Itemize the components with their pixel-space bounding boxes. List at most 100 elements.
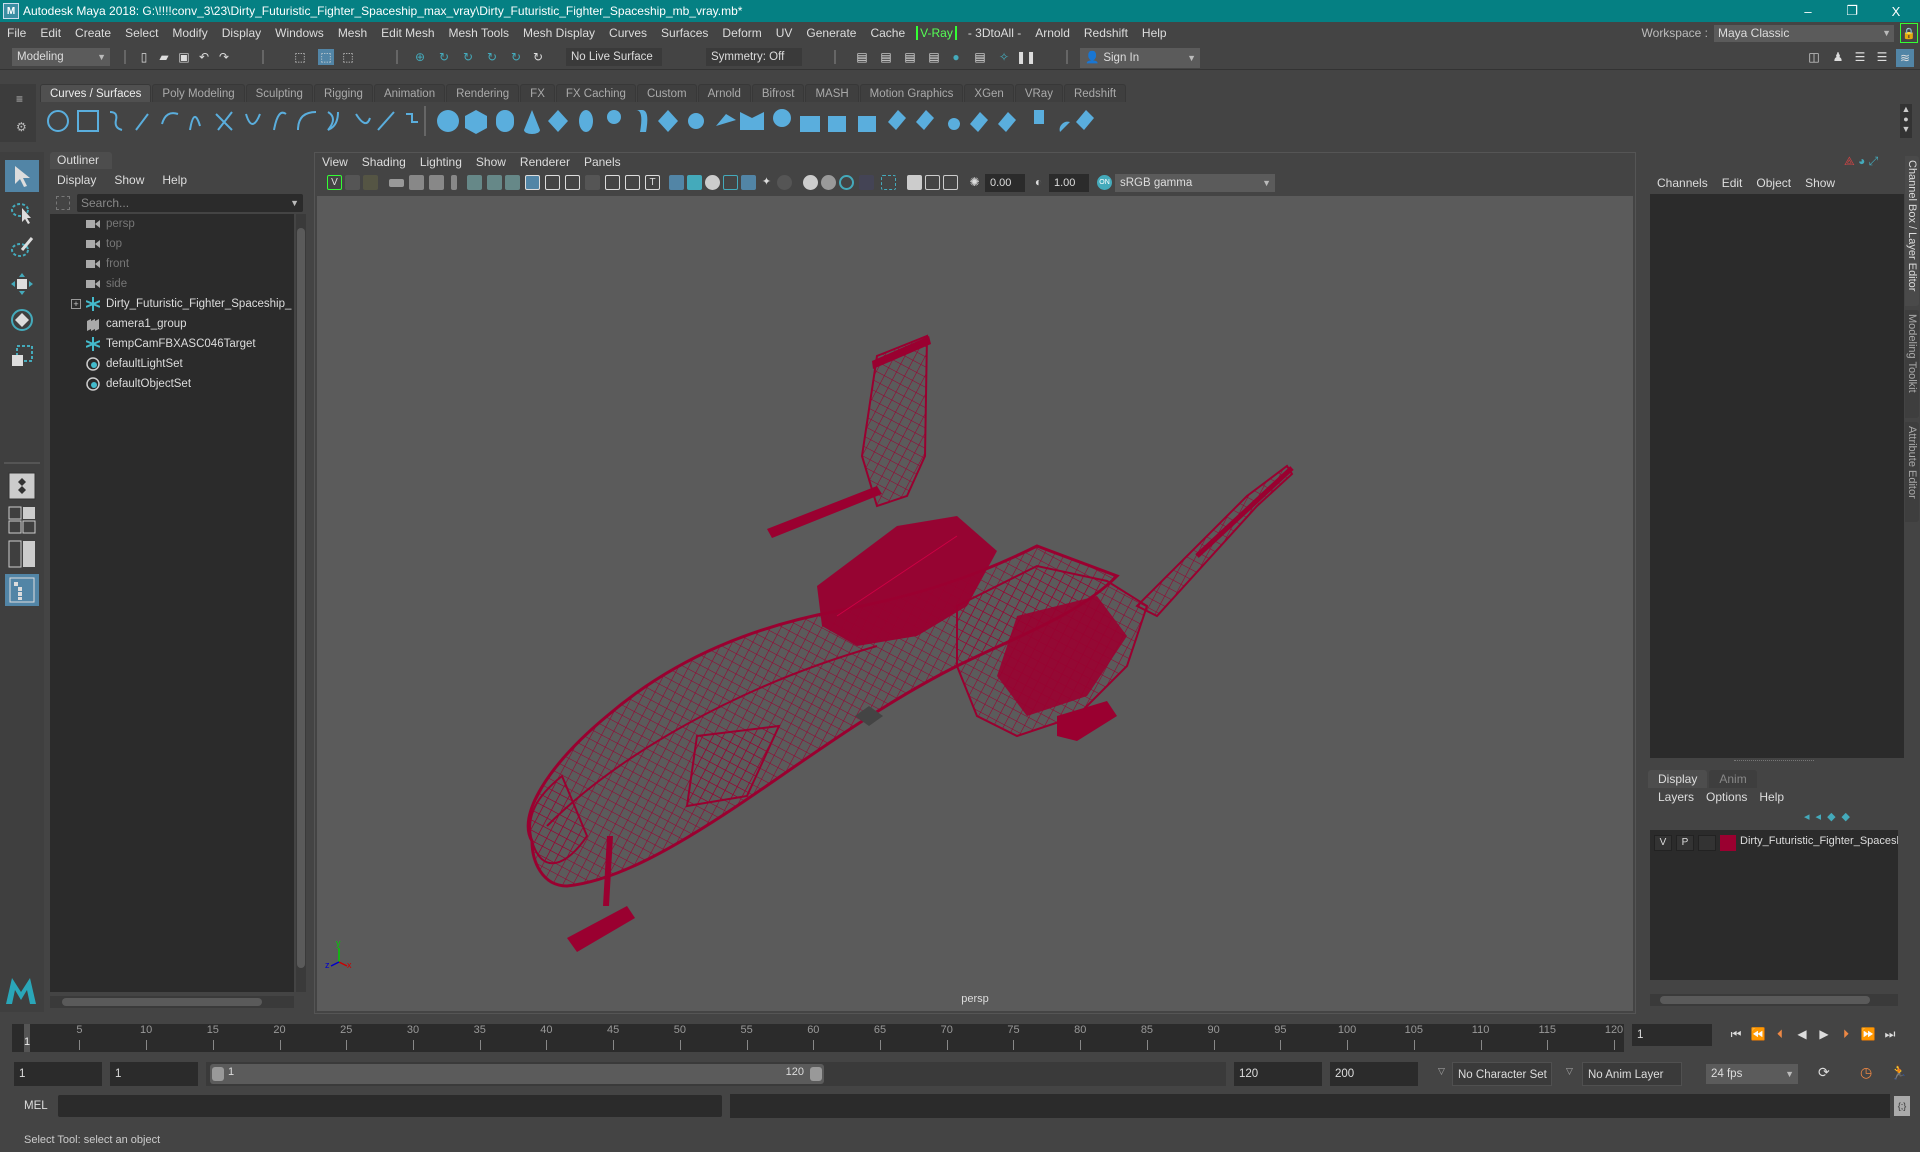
- viewport-menu-show[interactable]: Show: [469, 153, 513, 171]
- shelf-tab-animation[interactable]: Animation: [373, 84, 446, 102]
- tool-settings-icon[interactable]: ☰: [1874, 49, 1890, 65]
- time-ruler[interactable]: 1 5 10 15 20 25 30 35 40 45 50 55 60 65 70 75 80 85 90 95 1…: [12, 1024, 1624, 1052]
- side-tab-modeling-toolkit[interactable]: Modeling Toolkit: [1905, 310, 1919, 418]
- side-tab-attribute-editor[interactable]: Attribute Editor: [1905, 422, 1919, 522]
- go-to-end-icon[interactable]: ⏭: [1882, 1026, 1898, 1042]
- shelf-tab-xgen[interactable]: XGen: [964, 84, 1014, 102]
- shelf-tab-fx[interactable]: FX: [520, 84, 555, 102]
- go-to-start-icon[interactable]: ⏮: [1728, 1026, 1744, 1042]
- menu-cache[interactable]: Cache: [863, 26, 912, 40]
- snap-grid-icon[interactable]: ⊕: [412, 49, 428, 65]
- select-component-icon[interactable]: ⬚: [340, 49, 356, 65]
- textured-icon[interactable]: [741, 175, 756, 190]
- color-management-toggle-icon[interactable]: ON: [1097, 175, 1112, 190]
- select-camera-icon[interactable]: [389, 179, 404, 187]
- menu-redshift[interactable]: Redshift: [1077, 26, 1135, 40]
- new-layer-icon[interactable]: ◆: [1827, 811, 1841, 823]
- outliner-menu-help[interactable]: Help: [153, 171, 196, 189]
- range-start-handle[interactable]: [212, 1067, 224, 1081]
- safe-action-icon[interactable]: [625, 175, 640, 190]
- menu-uv[interactable]: UV: [769, 26, 800, 40]
- render-settings-icon[interactable]: ▤: [926, 49, 942, 65]
- mode-dropdown[interactable]: Modeling ▼: [12, 48, 110, 66]
- film-gate-icon[interactable]: [545, 175, 560, 190]
- character-set-arrow-icon[interactable]: ▽: [1438, 1066, 1445, 1077]
- rotate-tool-icon[interactable]: [5, 304, 39, 336]
- command-language-label[interactable]: MEL: [24, 1100, 48, 1112]
- panel-splitter[interactable]: [1734, 760, 1814, 762]
- outliner-item-side[interactable]: side: [50, 274, 290, 294]
- symmetry-dropdown[interactable]: Symmetry: Off: [706, 48, 802, 66]
- shelf-tab-fx-caching[interactable]: FX Caching: [555, 84, 636, 102]
- menu-help[interactable]: Help: [1135, 26, 1174, 40]
- menu-edit-mesh[interactable]: Edit Mesh: [374, 26, 441, 40]
- menu-vray[interactable]: V-Ray: [916, 26, 957, 40]
- live-surface-field[interactable]: No Live Surface: [566, 48, 662, 66]
- hyperbolic-icon[interactable]: ⤢: [1869, 154, 1879, 168]
- 2d-pan-zoom-icon[interactable]: [467, 175, 482, 190]
- expand-icon[interactable]: +: [71, 299, 81, 309]
- lasso-tool-icon[interactable]: [5, 196, 39, 228]
- ipr-render-icon[interactable]: ▤: [902, 49, 918, 65]
- attribute-editor-icon[interactable]: ☰: [1852, 49, 1868, 65]
- snap-live-icon[interactable]: ↻: [508, 49, 524, 65]
- new-scene-icon[interactable]: ▯: [136, 49, 152, 65]
- filter-icon[interactable]: [56, 196, 70, 210]
- shelf-tab-redshift[interactable]: Redshift: [1063, 84, 1127, 102]
- motion-blur-icon[interactable]: [821, 175, 836, 190]
- light-editor-icon[interactable]: ✧: [996, 49, 1012, 65]
- channel-box-menu-edit[interactable]: Edit: [1715, 174, 1750, 192]
- snap-curve-icon[interactable]: ↻: [436, 49, 452, 65]
- render-view-icon[interactable]: ▤: [854, 49, 870, 65]
- range-end-handle[interactable]: [810, 1067, 822, 1081]
- layer-tab-anim[interactable]: Anim: [1709, 770, 1757, 788]
- gamma-icon[interactable]: ◐: [1031, 175, 1046, 190]
- outliner-tab[interactable]: Outliner: [50, 152, 112, 169]
- snap-view-plane-icon[interactable]: ↻: [484, 49, 500, 65]
- outliner-item-spaceship[interactable]: + Dirty_Futuristic_Fighter_Spaceship_ncl: [50, 294, 292, 314]
- sign-in-button[interactable]: 👤 Sign In ▼: [1080, 48, 1200, 68]
- outliner-menu-show[interactable]: Show: [105, 171, 153, 189]
- shelf-menu-icon[interactable]: ≡: [16, 92, 23, 106]
- depth-of-field-icon[interactable]: [859, 175, 874, 190]
- channel-box-menu-show[interactable]: Show: [1798, 174, 1842, 192]
- play-forwards-icon[interactable]: ▶: [1816, 1026, 1832, 1042]
- gamma-field[interactable]: 1.00: [1049, 174, 1089, 192]
- menu-edit[interactable]: Edit: [33, 26, 68, 40]
- new-layer-from-selection-icon[interactable]: ◆: [1842, 811, 1856, 823]
- menu-create[interactable]: Create: [68, 26, 118, 40]
- scale-tool-icon[interactable]: [5, 340, 39, 372]
- channel-box-menu-channels[interactable]: Channels: [1650, 174, 1715, 192]
- shelf-tab-rendering[interactable]: Rendering: [446, 84, 520, 102]
- outliner-layout-icon[interactable]: [5, 574, 39, 606]
- layer-horizontal-scrollbar[interactable]: [1650, 994, 1898, 1006]
- loop-icon[interactable]: ⟳: [1818, 1064, 1830, 1081]
- outliner-item-persp[interactable]: persp: [50, 214, 290, 234]
- side-tab-channel-box[interactable]: Channel Box / Layer Editor: [1905, 156, 1919, 306]
- anim-layer-dropdown[interactable]: No Anim Layer: [1582, 1062, 1682, 1086]
- close-button[interactable]: X: [1874, 0, 1918, 22]
- isolate-select-icon[interactable]: [881, 175, 896, 190]
- smooth-shade-icon[interactable]: [687, 175, 702, 190]
- layer-menu-help[interactable]: Help: [1753, 788, 1790, 806]
- color-space-dropdown[interactable]: sRGB gamma ▼: [1115, 174, 1275, 192]
- viewport-menu-lighting[interactable]: Lighting: [413, 153, 469, 171]
- menu-deform[interactable]: Deform: [715, 26, 768, 40]
- outliner-item-top[interactable]: top: [50, 234, 290, 254]
- menu-mesh-display[interactable]: Mesh Display: [516, 26, 602, 40]
- menu-windows[interactable]: Windows: [268, 26, 331, 40]
- spaceship-model[interactable]: [526, 334, 1294, 952]
- viewport-menu-renderer[interactable]: Renderer: [513, 153, 577, 171]
- snap-vertex-icon[interactable]: ↻: [530, 49, 546, 65]
- menu-curves[interactable]: Curves: [602, 26, 654, 40]
- step-forward-key-icon[interactable]: ⏩: [1860, 1026, 1876, 1042]
- menu-modify[interactable]: Modify: [165, 26, 214, 40]
- outliner-item-front[interactable]: front: [50, 254, 290, 274]
- shelf-tab-poly-modeling[interactable]: Poly Modeling: [152, 84, 245, 102]
- layer-menu-layers[interactable]: Layers: [1652, 788, 1700, 806]
- step-back-frame-icon[interactable]: ⏴: [1772, 1026, 1788, 1042]
- save-scene-icon[interactable]: ▣: [176, 49, 192, 65]
- xray-active-icon[interactable]: [925, 175, 940, 190]
- gate-mask-icon[interactable]: [585, 175, 600, 190]
- viewport-menu-panels[interactable]: Panels: [577, 153, 628, 171]
